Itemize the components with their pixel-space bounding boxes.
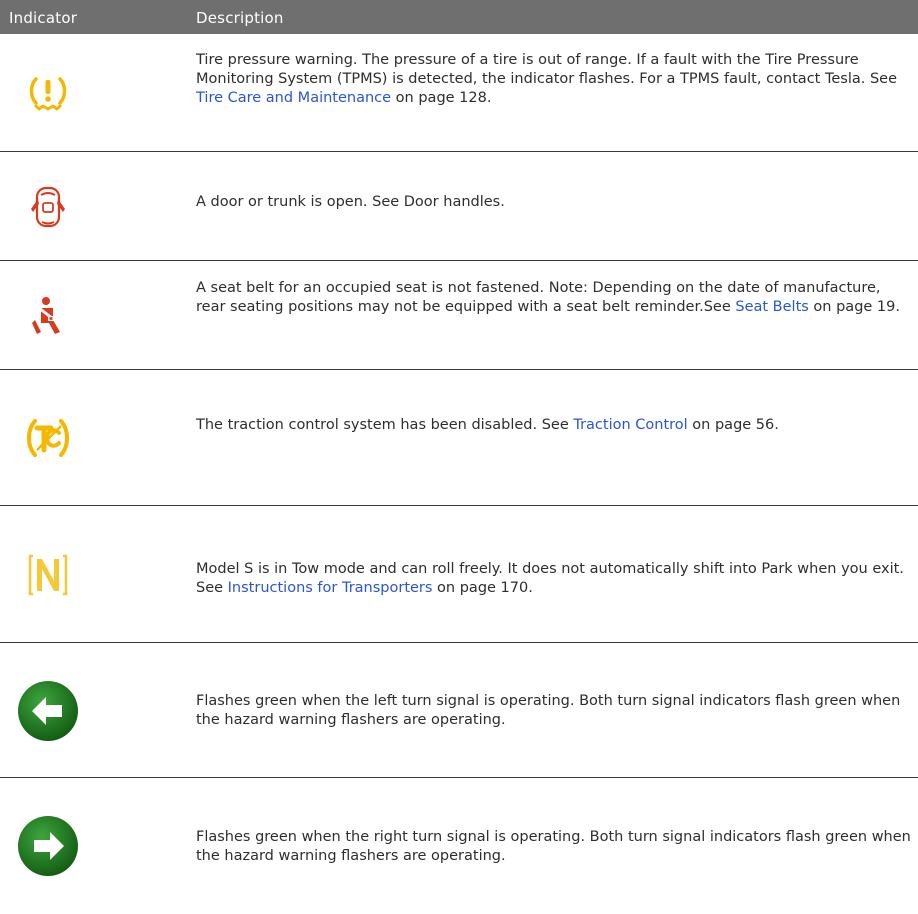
table-row: Tire pressure warning. The pressure of a… [0,34,918,152]
traction-control-off-icon [0,370,96,506]
table-row: The traction control system has been dis… [0,370,918,506]
description-text: on page 128. [391,90,492,106]
row-description: The traction control system has been dis… [196,416,912,435]
table-row: Flashes green when the right turn signal… [0,778,918,914]
tire-pressure-warning-icon [0,34,96,152]
left-turn-signal-icon [0,643,96,778]
description-text: Flashes green when the right turn signal… [196,829,911,864]
table-row: Model S is in Tow mode and can roll free… [0,506,918,643]
description-text: on page 170. [432,580,533,596]
row-description: Flashes green when the right turn signal… [196,828,912,866]
seat-belt-icon [0,261,96,370]
row-description: Model S is in Tow mode and can roll free… [196,560,912,598]
row-description: Tire pressure warning. The pressure of a… [196,51,912,108]
description-text: on page 56. [687,417,779,433]
table-row: A door or trunk is open. See Door handle… [0,152,918,261]
right-turn-signal-icon [0,778,96,914]
table-row: Flashes green when the left turn signal … [0,643,918,778]
header-indicator: Indicator [9,9,78,27]
description-text: The traction control system has been dis… [196,417,574,433]
description-text: A door or trunk is open. See Door handle… [196,194,505,210]
tire-care-link[interactable]: Tire Care and Maintenance [196,90,391,106]
description-text: Flashes green when the left turn signal … [196,693,901,728]
description-text: on page 19. [808,299,900,315]
row-description: Flashes green when the left turn signal … [196,692,912,730]
header-description: Description [196,9,284,27]
seat-belts-link[interactable]: Seat Belts [735,299,808,315]
row-description: A seat belt for an occupied seat is not … [196,279,912,317]
row-description: A door or trunk is open. See Door handle… [196,193,912,212]
description-text: Tire pressure warning. The pressure of a… [196,52,898,87]
table-row: A seat belt for an occupied seat is not … [0,261,918,370]
instructions-transporters-link[interactable]: Instructions for Transporters [228,580,433,596]
traction-control-link[interactable]: Traction Control [573,417,687,433]
door-open-icon [0,152,96,261]
table-header: Indicator Description [0,0,918,34]
tow-mode-icon [0,506,96,643]
